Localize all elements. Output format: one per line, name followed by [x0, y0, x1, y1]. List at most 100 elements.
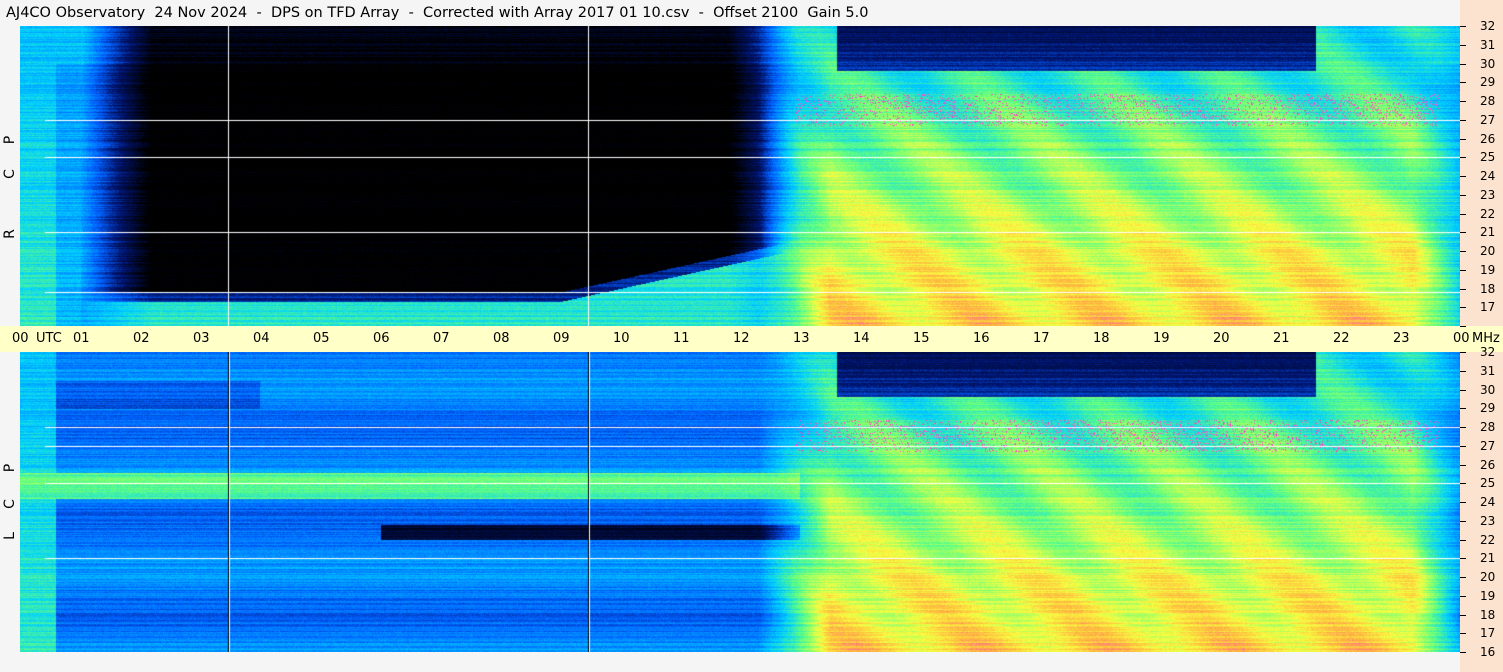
- utc-tick-label: 01: [73, 331, 90, 346]
- freq-tick-mark: [1460, 213, 1466, 215]
- utc-tick-label: 03: [193, 331, 210, 346]
- freq-tick-label: 19: [1480, 262, 1496, 277]
- freq-tick-label: 20: [1480, 570, 1496, 584]
- utc-tick-label: 22: [1333, 331, 1350, 346]
- freq-tick-mark: [1460, 326, 1466, 327]
- top-pol-letter-r: R: [2, 229, 18, 239]
- utc-tick-label: 16: [973, 331, 990, 346]
- freq-tick-mark: [1460, 157, 1466, 159]
- freq-tick-label: 22: [1480, 532, 1496, 547]
- freq-tick-mark: [1460, 427, 1466, 428]
- bottom-pol-letter-l: L: [2, 532, 18, 540]
- freq-tick-mark: [1460, 251, 1466, 252]
- mhz-axis-label: MHz: [1472, 331, 1500, 346]
- utc-tick-label: 08: [493, 331, 510, 346]
- top-pol-letter-c: C: [2, 169, 18, 179]
- utc-tick-label: 13: [793, 331, 810, 346]
- freq-tick-label: 27: [1480, 438, 1496, 453]
- freq-tick-label: 29: [1480, 401, 1496, 416]
- freq-tick-label: 17: [1480, 626, 1496, 641]
- utc-tick-label: 14: [853, 331, 870, 346]
- freq-tick-mark: [1460, 119, 1466, 121]
- utc-tick-label: 04: [253, 331, 270, 346]
- chart-title: AJ4CO Observatory 24 Nov 2024 - DPS on T…: [0, 0, 1460, 26]
- freq-tick-mark: [1460, 44, 1466, 46]
- freq-tick-mark: [1460, 445, 1466, 447]
- freq-tick-label: 23: [1480, 513, 1496, 528]
- spectrogram-panel-rcp[interactable]: [20, 26, 1460, 326]
- freq-tick-label: 29: [1480, 75, 1496, 90]
- freq-tick-label: 17: [1480, 300, 1496, 315]
- freq-tick-label: 30: [1480, 56, 1496, 71]
- utc-tick-label: 07: [433, 331, 450, 346]
- freq-tick-mark: [1460, 26, 1466, 27]
- utc-tick-label: 00: [12, 331, 29, 346]
- utc-tick-label: 10: [613, 331, 630, 346]
- freq-tick-label: 21: [1480, 551, 1496, 566]
- freq-tick-mark: [1460, 633, 1466, 635]
- freq-tick-label: 18: [1480, 607, 1496, 622]
- freq-tick-label: 30: [1480, 382, 1496, 397]
- freq-tick-label: 28: [1480, 94, 1496, 108]
- utc-tick-label: 02: [133, 331, 150, 346]
- freq-tick-label: 22: [1480, 206, 1496, 221]
- utc-tick-label: 00: [1453, 331, 1470, 346]
- freq-tick-label: 25: [1480, 476, 1496, 491]
- freq-tick-label: 32: [1480, 345, 1496, 359]
- spectrogram-canvas-rcp: [20, 26, 1460, 326]
- freq-tick-mark: [1460, 652, 1466, 653]
- spectrogram-panel-lcp[interactable]: [20, 352, 1460, 652]
- freq-tick-mark: [1460, 539, 1466, 541]
- utc-tick-label: 20: [1213, 331, 1230, 346]
- freq-tick-mark: [1460, 520, 1466, 522]
- freq-tick-label: 21: [1480, 225, 1496, 240]
- freq-tick-mark: [1460, 101, 1466, 102]
- utc-tick-label: 18: [1093, 331, 1110, 346]
- utc-tick-label: 05: [313, 331, 330, 346]
- freq-tick-label: 32: [1480, 19, 1496, 33]
- freq-tick-mark: [1460, 307, 1466, 309]
- freq-tick-label: 20: [1480, 244, 1496, 258]
- freq-tick-mark: [1460, 82, 1466, 84]
- utc-tick-label: 17: [1033, 331, 1050, 346]
- freq-tick-mark: [1460, 483, 1466, 485]
- utc-tick-label: 12: [733, 331, 750, 346]
- spectrogram-canvas-lcp: [20, 352, 1460, 652]
- freq-tick-mark: [1460, 269, 1466, 271]
- freq-tick-mark: [1460, 232, 1466, 234]
- utc-tick-label: 06: [373, 331, 390, 346]
- freq-tick-label: 24: [1480, 169, 1496, 183]
- freq-tick-mark: [1460, 138, 1466, 140]
- freq-tick-mark: [1460, 176, 1466, 177]
- freq-tick-label: 31: [1480, 37, 1496, 52]
- freq-tick-mark: [1460, 352, 1466, 353]
- freq-tick-label: 19: [1480, 588, 1496, 603]
- freq-tick-mark: [1460, 389, 1466, 391]
- top-pol-letter-p: P: [2, 135, 18, 145]
- utc-tick-label: 19: [1153, 331, 1170, 346]
- utc-time-axis: 00 UTC 01 02 03 04 05 06 07 08 09 10 11 12 13 14 15 16 17 1…: [0, 326, 1503, 352]
- utc-tick-label: 23: [1393, 331, 1410, 346]
- freq-tick-mark: [1460, 577, 1466, 578]
- freq-tick-label: 26: [1480, 457, 1496, 472]
- freq-tick-mark: [1460, 194, 1466, 196]
- freq-tick-mark: [1460, 370, 1466, 372]
- freq-tick-label: 25: [1480, 150, 1496, 165]
- freq-tick-mark: [1460, 558, 1466, 560]
- freq-tick-label: 26: [1480, 131, 1496, 146]
- freq-tick-mark: [1460, 63, 1466, 65]
- bottom-pol-label-strip: L C P: [0, 352, 20, 652]
- freq-tick-mark: [1460, 408, 1466, 410]
- freq-tick-mark: [1460, 595, 1466, 597]
- freq-tick-label: 24: [1480, 495, 1496, 509]
- utc-axis-label: UTC: [36, 331, 62, 346]
- utc-tick-label: 21: [1273, 331, 1290, 346]
- freq-tick-mark: [1460, 502, 1466, 503]
- freq-tick-label: 18: [1480, 281, 1496, 296]
- freq-tick-mark: [1460, 464, 1466, 466]
- freq-tick-mark: [1460, 614, 1466, 616]
- utc-tick-label: 15: [913, 331, 930, 346]
- bottom-pol-letter-c: C: [2, 499, 18, 509]
- top-pol-label-strip: R C P: [0, 26, 20, 326]
- bottom-pol-letter-p: P: [2, 463, 18, 473]
